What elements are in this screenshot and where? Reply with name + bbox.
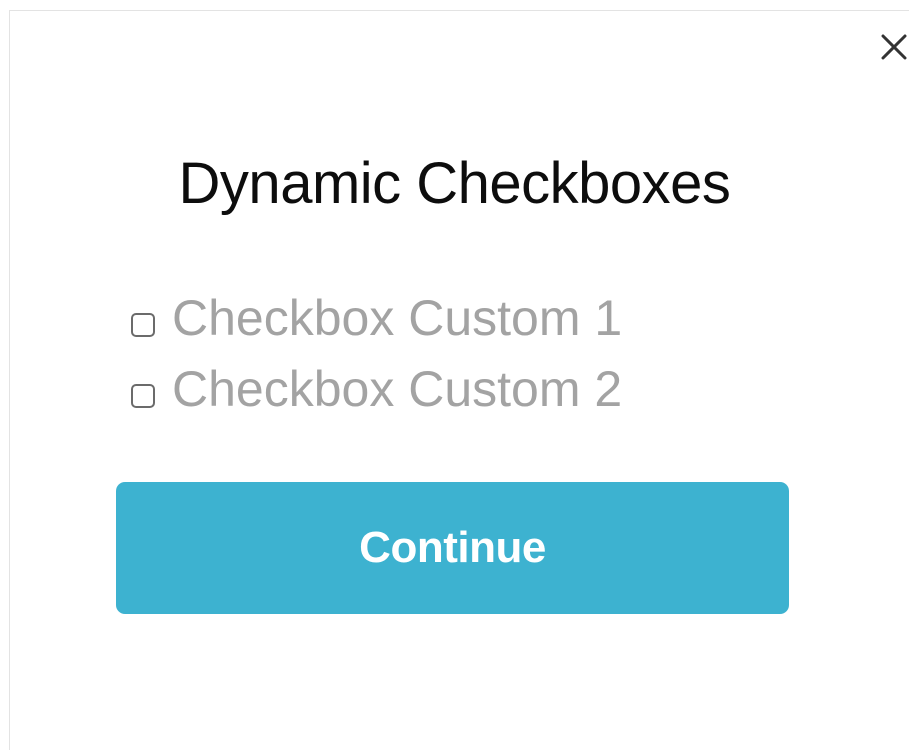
checkbox-custom-1[interactable] <box>131 313 155 337</box>
continue-button-label: Continue <box>359 523 546 572</box>
modal-title: Dynamic Checkboxes <box>178 151 731 216</box>
continue-button[interactable]: Continue <box>116 482 789 614</box>
checkbox-custom-2-label: Checkbox Custom 2 <box>172 361 623 417</box>
checkbox-option-1[interactable]: Checkbox Custom 1 <box>131 290 622 346</box>
checkbox-option-2[interactable]: Checkbox Custom 2 <box>131 361 622 417</box>
checkbox-custom-2[interactable] <box>131 384 155 408</box>
close-icon <box>881 34 907 60</box>
close-button[interactable] <box>874 27 909 67</box>
checkbox-custom-1-label: Checkbox Custom 1 <box>172 290 623 346</box>
